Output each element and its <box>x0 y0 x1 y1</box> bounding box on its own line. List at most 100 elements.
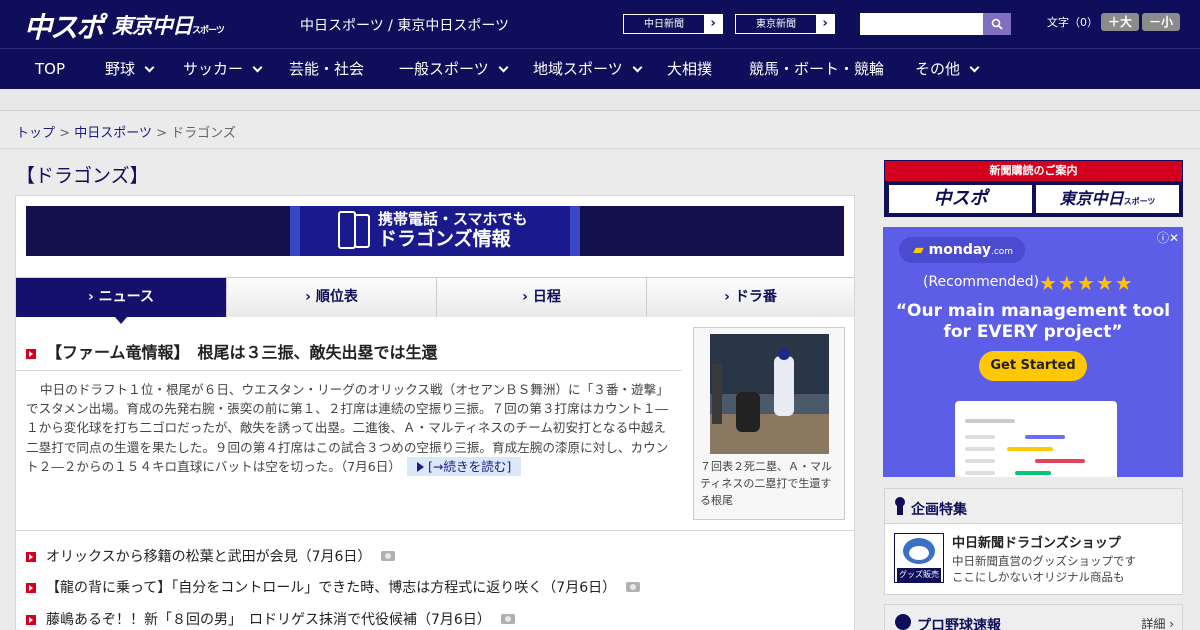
chevron-right-icon: › <box>822 16 828 31</box>
search-input[interactable] <box>860 13 984 35</box>
nav-item-racing[interactable]: 競馬・ボート・競輪 <box>749 49 884 89</box>
subscribe-logo-small: スポーツ <box>1123 197 1156 206</box>
ad-headline-line1: “Our main management tool <box>895 301 1171 321</box>
font-decrease-button[interactable]: －小 <box>1142 13 1180 31</box>
ad-brand-suffix: .com <box>990 247 1014 257</box>
tokyo-shimbun-button[interactable]: 東京新聞 › <box>734 13 836 35</box>
play-icon <box>416 461 424 472</box>
scores-card-header: プロ野球速報 詳細 › <box>885 605 1182 630</box>
shop-desc-line2: ここにしかないオリジナル商品も <box>952 570 1125 584</box>
nav-item-regional-sports[interactable]: 地域スポーツ <box>533 49 643 89</box>
dragons-shop-description: 中日新聞直営のグッズショップです ここにしかないオリジナル商品も <box>952 553 1136 585</box>
ad-bar <box>965 419 1015 423</box>
camera-icon <box>500 614 515 624</box>
chunichi-sports-logo[interactable]: 中スポ <box>24 6 104 46</box>
monday-ad[interactable]: ▰ monday.com ⓘ✕ (Recommended) ★★★★★ “Our… <box>883 227 1183 477</box>
ad-bar <box>965 435 995 439</box>
page-title: 【ドラゴンズ】 <box>16 165 149 187</box>
camera-icon <box>381 551 396 561</box>
nav-item-other[interactable]: その他 <box>915 49 980 89</box>
subscribe-logo-text: 東京中日 <box>1059 189 1124 208</box>
banner-edge <box>570 206 580 256</box>
tab-schedule[interactable]: › 日程 <box>436 278 646 317</box>
list-item[interactable]: 藤嶋あるぞ！！新「８回の男」 ロドリゲス抹消で代役候補（7月6日） <box>26 609 515 629</box>
headline-text: 【ファーム竜情報】 根尾は３三振、敵失出塁では生還 <box>46 343 438 362</box>
site-links[interactable]: 中日スポーツ / 東京中日スポーツ <box>300 15 509 35</box>
chevron-right-icon: › <box>710 16 716 31</box>
top-header: 中スポ 東京中日スポーツ 中日スポーツ / 東京中日スポーツ 中日新聞 › 東京… <box>0 0 1200 48</box>
ad-info-close-icon[interactable]: ⓘ✕ <box>1157 229 1179 246</box>
tab-standings[interactable]: › 順位表 <box>226 278 436 317</box>
divider <box>16 370 682 371</box>
tokyo-chunichi-subscribe-logo[interactable]: 東京中日スポーツ <box>1036 185 1179 213</box>
nav-item-general-sports[interactable]: 一般スポーツ <box>399 49 509 89</box>
ad-bar <box>965 447 995 451</box>
bullet-icon <box>26 615 36 625</box>
scores-title: プロ野球速報 <box>917 618 1001 630</box>
banner-line2: ドラゴンズ情報 <box>378 228 511 250</box>
search-icon <box>991 18 1003 30</box>
star-rating-icon: ★★★★★ <box>1039 271 1134 295</box>
read-more-link[interactable]: [→続きを読む] <box>406 456 522 477</box>
nav-item-entertainment[interactable]: 芸能・社会 <box>289 49 364 89</box>
chevron-down-icon <box>969 62 980 73</box>
top-story-headline[interactable]: 【ファーム竜情報】 根尾は３三振、敵失出塁では生還 <box>26 339 438 363</box>
dragons-shop-image[interactable]: グッズ販売中 <box>894 533 944 583</box>
photo-runner-helmet <box>778 348 790 360</box>
chunichi-shimbun-label: 中日新聞 <box>623 14 705 34</box>
banner-text: 携帯電話・スマホでも ドラゴンズ情報 <box>378 209 528 249</box>
baseball-icon <box>895 614 911 630</box>
ribbon-icon <box>895 497 905 515</box>
ad-brand: monday <box>928 242 991 258</box>
ad-screenshot <box>955 401 1117 477</box>
monday-logo: ▰ monday.com <box>899 237 1025 263</box>
bullet-icon <box>26 552 36 562</box>
banner-line1: 携帯電話・スマホでも <box>378 210 528 228</box>
breadcrumb-chunichi-sports[interactable]: 中日スポーツ <box>74 126 152 141</box>
chunichi-sports-subscribe-logo[interactable]: 中スポ <box>889 185 1032 213</box>
chevron-down-icon <box>498 62 509 73</box>
ad-bar <box>1015 471 1051 475</box>
nav-label: サッカー <box>183 60 244 78</box>
list-item[interactable]: オリックスから移籍の松葉と武田が会見（7月6日） <box>26 546 396 566</box>
subscription-box[interactable]: 新聞購読のご案内 中スポ 東京中日スポーツ <box>884 160 1183 217</box>
tokyo-chunichi-logo[interactable]: 東京中日スポーツ <box>112 10 225 40</box>
lead-text: 中日のドラフト１位・根尾が６日、ウエスタン・リーグのオリックス戦（オセアンＢＳ舞… <box>26 382 669 474</box>
nav-item-sumo[interactable]: 大相撲 <box>667 49 712 89</box>
search-button[interactable] <box>983 13 1011 35</box>
tab-beat-reporter[interactable]: › ドラ番 <box>646 278 854 317</box>
breadcrumb-separator: > <box>156 126 167 141</box>
tokyo-shimbun-label: 東京新聞 <box>735 14 817 34</box>
camera-icon <box>626 582 641 592</box>
ad-headline-line2: for EVERY project” <box>943 322 1123 342</box>
bullet-icon <box>26 349 36 359</box>
nav-item-baseball[interactable]: 野球 <box>105 49 155 89</box>
feature-card-header: 企画特集 <box>885 489 1182 524</box>
get-started-button[interactable]: Get Started <box>979 351 1087 381</box>
chunichi-shimbun-button[interactable]: 中日新聞 › <box>622 13 724 35</box>
top-story-photo-box[interactable]: ７回表２死二塁、Ａ・マルティネスの二塁打で生還する根尾 <box>693 327 845 520</box>
ad-bar <box>1007 447 1053 451</box>
top-story-lead: 中日のドラフト１位・根尾が６日、ウエスタン・リーグのオリックス戦（オセアンＢＳ舞… <box>26 380 676 477</box>
ad-bar <box>1035 459 1085 463</box>
tokyo-chunichi-logo-small: スポーツ <box>192 26 225 36</box>
font-size-label: 文字（0） <box>1047 16 1098 29</box>
main-nav: TOP 野球 サッカー 芸能・社会 一般スポーツ 地域スポーツ 大相撲 競馬・ボ… <box>0 48 1200 89</box>
nav-label: その他 <box>915 60 961 78</box>
scores-detail-link[interactable]: 詳細 › <box>1141 615 1174 630</box>
list-item[interactable]: 【龍の背に乗って】「自分をコントロール」できた時、博志は方程式に返り咲く（7月6… <box>26 577 641 597</box>
tab-news[interactable]: › ニュース <box>16 278 226 324</box>
nav-label: TOP <box>35 60 66 78</box>
mobile-banner[interactable]: 携帯電話・スマホでも ドラゴンズ情報 <box>26 206 844 256</box>
chevron-down-icon <box>252 62 263 73</box>
dragons-shop-link[interactable]: 中日新聞ドラゴンズショップ <box>952 532 1121 551</box>
breadcrumb: トップ > 中日スポーツ > ドラゴンズ <box>16 122 236 141</box>
breadcrumb-separator: > <box>59 126 71 141</box>
font-increase-button[interactable]: ＋大 <box>1101 13 1139 31</box>
ad-bar <box>965 471 995 475</box>
breadcrumb-top[interactable]: トップ <box>16 126 55 141</box>
nav-item-soccer[interactable]: サッカー <box>183 49 263 89</box>
tokyo-chunichi-logo-text: 東京中日 <box>112 14 193 38</box>
nav-item-top[interactable]: TOP <box>35 49 65 89</box>
read-more-label: [→続きを読む] <box>427 458 512 474</box>
